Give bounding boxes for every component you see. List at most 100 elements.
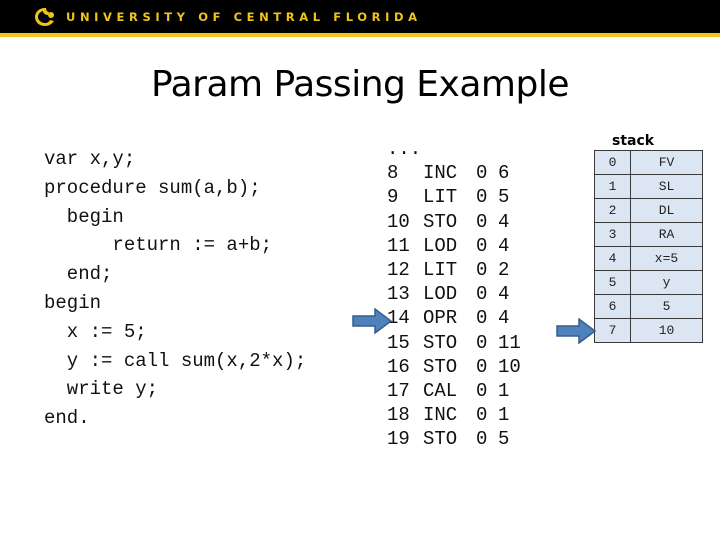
stack-index: 5 xyxy=(594,270,631,295)
stack-cell: 4 x=5 xyxy=(594,246,703,271)
level: 0 xyxy=(476,283,488,306)
stack-cell: 3 RA xyxy=(594,222,703,247)
code-line: return := a+b; xyxy=(44,234,273,257)
level: 0 xyxy=(476,428,488,451)
opcode: LOD xyxy=(423,283,458,306)
stack-value: x=5 xyxy=(630,246,703,271)
level: 0 xyxy=(476,234,488,257)
line-number: 16 xyxy=(387,355,410,378)
instruction-ellipsis: ... xyxy=(387,137,521,161)
opcode: STO xyxy=(423,331,458,354)
stack-value: SL xyxy=(630,174,703,199)
university-banner: UNIVERSITY OF CENTRAL FLORIDA xyxy=(0,0,720,33)
stack-cell: 2 DL xyxy=(594,198,703,223)
operand: 4 xyxy=(498,210,510,233)
instruction-row: 16 STO 0 10 xyxy=(387,355,521,379)
opcode: INC xyxy=(423,162,458,185)
level: 0 xyxy=(476,404,488,427)
opcode: STO xyxy=(423,355,458,378)
opcode: INC xyxy=(423,404,458,427)
source-code: var x,y; procedure sum(a,b); begin retur… xyxy=(44,145,306,433)
instruction-row: 17 CAL 0 1 xyxy=(387,379,521,403)
stack-value: DL xyxy=(630,198,703,223)
operand: 10 xyxy=(498,355,521,378)
code-line: write y; xyxy=(44,378,159,401)
code-line: y := call sum(x,2*x); xyxy=(44,349,307,372)
operand: 11 xyxy=(498,331,521,354)
stack-cell: 1 SL xyxy=(594,174,703,199)
ellipsis-text: ... xyxy=(387,138,422,160)
stack-index: 2 xyxy=(594,198,631,223)
instruction-row: 11 LOD 0 4 xyxy=(387,234,521,258)
pegasus-logo-icon xyxy=(35,8,54,26)
stack-value: y xyxy=(630,270,703,295)
code-line: end; xyxy=(44,263,113,286)
code-line: x := 5; xyxy=(44,320,147,343)
code-line: begin xyxy=(44,205,124,228)
code-line: end. xyxy=(44,407,90,430)
opcode: LIT xyxy=(423,186,458,209)
stack-value: FV xyxy=(630,150,703,175)
line-number: 18 xyxy=(387,404,410,427)
code-line: var x,y; xyxy=(44,148,136,170)
stack-value: 5 xyxy=(630,294,703,319)
operand: 5 xyxy=(498,186,510,209)
operand: 4 xyxy=(498,283,510,306)
line-number: 8 xyxy=(387,162,399,185)
instruction-row: 14 OPR 0 4 xyxy=(387,306,521,330)
operand: 4 xyxy=(498,307,510,330)
program-counter-arrow-icon xyxy=(352,308,392,334)
stack-cell: 65 xyxy=(594,294,703,319)
level: 0 xyxy=(476,307,488,330)
instruction-row: 12 LIT 0 2 xyxy=(387,258,521,282)
opcode: STO xyxy=(423,210,458,233)
line-number: 19 xyxy=(387,428,410,451)
stack-index: 6 xyxy=(594,294,631,319)
instruction-row: 15 STO 0 11 xyxy=(387,331,521,355)
stack-index: 3 xyxy=(594,222,631,247)
line-number: 15 xyxy=(387,331,410,354)
line-number: 9 xyxy=(387,186,399,209)
stack-index: 1 xyxy=(594,174,631,199)
stack-cell: 7 10 xyxy=(594,318,703,343)
level: 0 xyxy=(476,259,488,282)
operand: 1 xyxy=(498,380,510,403)
level: 0 xyxy=(476,186,488,209)
line-number: 10 xyxy=(387,210,410,233)
stack-cell: 0 FV xyxy=(594,150,703,175)
operand: 5 xyxy=(498,428,510,451)
operand: 4 xyxy=(498,234,510,257)
instruction-row: 9 LIT 0 5 xyxy=(387,185,521,209)
stack-index: 4 xyxy=(594,246,631,271)
opcode: CAL xyxy=(423,380,458,403)
instruction-row: 18 INC 0 1 xyxy=(387,403,521,427)
line-number: 17 xyxy=(387,380,410,403)
instruction-row: 19 STO 0 5 xyxy=(387,427,521,451)
level: 0 xyxy=(476,331,488,354)
university-name: UNIVERSITY OF CENTRAL FLORIDA xyxy=(66,10,422,24)
operand: 6 xyxy=(498,162,510,185)
stack-index: 0 xyxy=(594,150,631,175)
level: 0 xyxy=(476,380,488,403)
instruction-row: 8 INC 0 6 xyxy=(387,161,521,185)
opcode: LIT xyxy=(423,259,458,282)
line-number: 14 xyxy=(387,307,410,330)
level: 0 xyxy=(476,210,488,233)
line-number: 12 xyxy=(387,259,410,282)
line-number: 13 xyxy=(387,283,410,306)
level: 0 xyxy=(476,162,488,185)
code-line: begin xyxy=(44,291,102,314)
opcode: STO xyxy=(423,428,458,451)
operand: 1 xyxy=(498,404,510,427)
instruction-row: 10 STO 0 4 xyxy=(387,210,521,234)
stack-cell: 5y xyxy=(594,270,703,295)
opcode: LOD xyxy=(423,234,458,257)
stack-pointer-arrow-icon xyxy=(556,318,596,344)
level: 0 xyxy=(476,355,488,378)
instruction-listing: ... 8 INC 0 6 9 LIT 0 5 10 STO 0 4 11 LOD 0 4 12 LIT 0… xyxy=(387,137,521,452)
stack-value: 10 xyxy=(630,318,703,343)
slide-title: Param Passing Example xyxy=(151,64,569,105)
stack-index: 7 xyxy=(594,318,631,343)
code-line: procedure sum(a,b); xyxy=(44,176,261,199)
opcode: OPR xyxy=(423,307,458,330)
